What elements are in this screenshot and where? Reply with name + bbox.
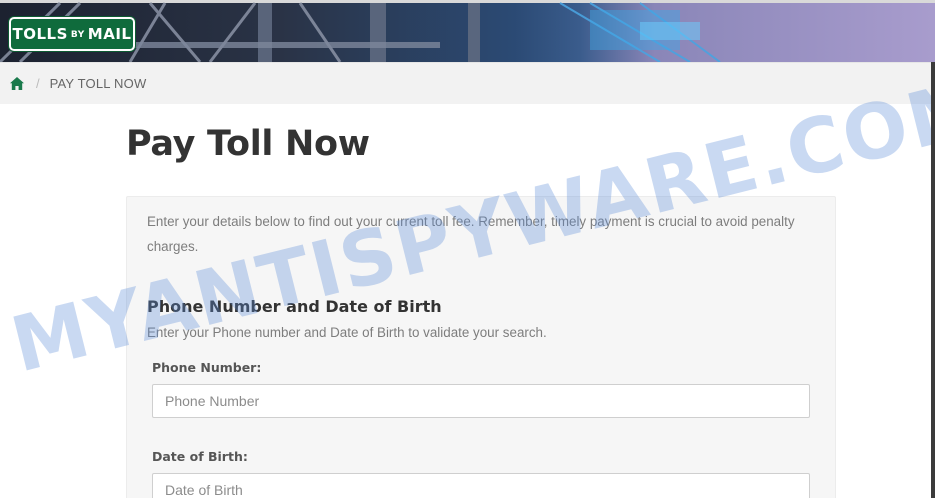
section-title: Phone Number and Date of Birth (147, 297, 442, 316)
logo-text-tolls: TOLLS (12, 25, 68, 43)
dob-label: Date of Birth: (152, 449, 248, 464)
scrollbar-edge[interactable] (931, 62, 935, 498)
header-banner: TOLLS BY MAIL (0, 0, 935, 62)
breadcrumb: / PAY TOLL NOW (0, 62, 935, 104)
logo-text-mail: MAIL (87, 25, 132, 43)
home-icon[interactable] (10, 76, 24, 91)
phone-label: Phone Number: (152, 360, 262, 375)
bridge-image (0, 1, 721, 62)
logo-text-by: BY (70, 30, 85, 40)
page-title: Pay Toll Now (126, 124, 370, 164)
tolls-by-mail-logo[interactable]: TOLLS BY MAIL (9, 17, 135, 51)
phone-number-input[interactable] (152, 384, 810, 418)
breadcrumb-current: PAY TOLL NOW (49, 76, 147, 91)
breadcrumb-separator: / (36, 76, 40, 91)
section-subtitle: Enter your Phone number and Date of Birt… (147, 325, 547, 340)
form-panel: Enter your details below to find out you… (126, 196, 836, 498)
intro-text: Enter your details below to find out you… (147, 214, 795, 254)
date-of-birth-input[interactable] (152, 473, 810, 498)
